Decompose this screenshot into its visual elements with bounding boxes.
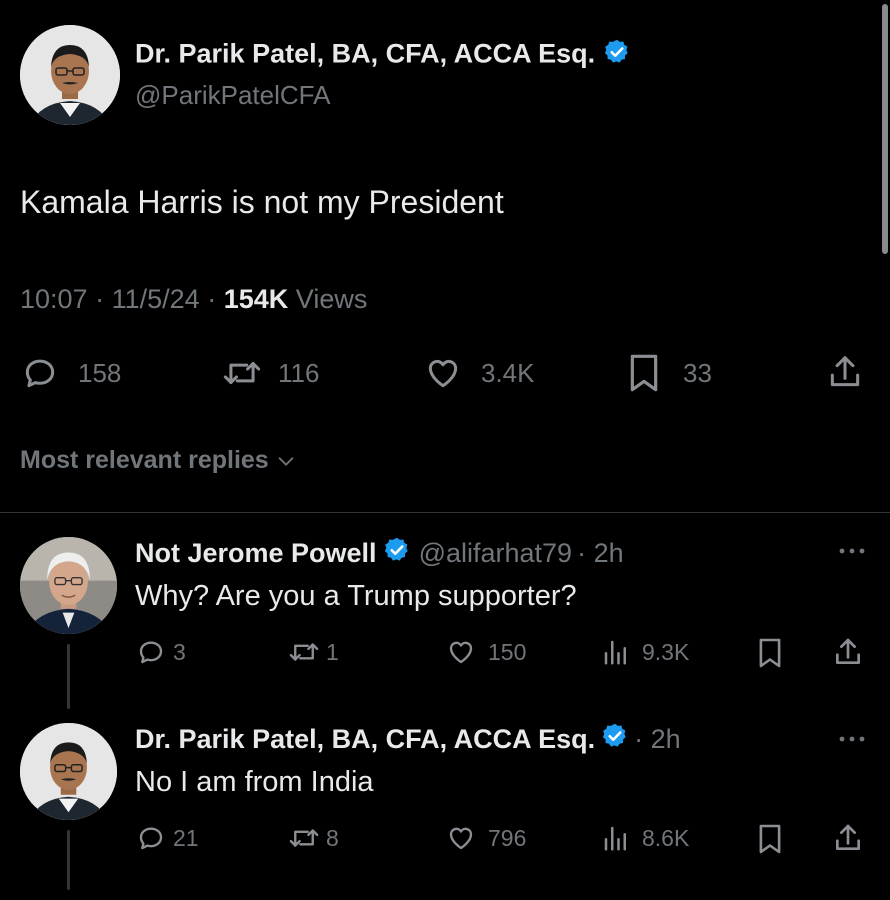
sort-label: Most relevant replies [20,446,269,474]
repost-count: 116 [278,357,320,388]
analytics-icon [600,823,632,853]
like-count: 796 [488,824,527,851]
like-button[interactable]: 3.4K [423,354,535,392]
tweet-meta: 10:07 · 11/5/24 · 154K Views [20,284,367,315]
reply-count: 21 [173,824,199,851]
reply-avatar[interactable] [20,537,117,634]
divider [0,512,890,513]
heart-icon [444,823,478,853]
like-count: 3.4K [481,357,535,388]
views-label: Views [295,284,368,314]
reply-avatar[interactable] [20,723,117,820]
repost-button[interactable]: 1 [286,637,339,667]
views-count: 9.3K [642,638,690,665]
repost-count: 8 [326,824,339,851]
sort-replies-dropdown[interactable]: Most relevant replies [20,446,299,475]
share-icon[interactable] [832,635,864,669]
like-count: 150 [488,638,527,665]
repost-icon [220,354,264,392]
author-name-text[interactable]: Dr. Parik Patel, BA, CFA, ACCA Esq. [135,39,595,69]
meta-separator: · [207,284,217,314]
like-button[interactable]: 150 [444,637,526,667]
reply-text: No I am from India [135,766,374,798]
reply-author-handle[interactable]: @alifarhat79 [419,538,573,569]
reply-icon [135,823,167,853]
repost-icon [286,637,322,667]
repost-icon [286,823,322,853]
tweet-date[interactable]: 11/5/24 [112,284,200,314]
tweet-text: Kamala Harris is not my President [20,184,504,220]
bookmark-count: 33 [683,357,712,388]
reply-text: Why? Are you a Trump supporter? [135,580,577,612]
thread-line [67,830,70,890]
repost-button[interactable]: 116 [220,354,319,392]
verified-badge-icon [601,722,629,757]
views-count: 154K [223,284,289,314]
heart-icon [423,354,463,392]
reply-count: 158 [78,357,122,388]
reply-time[interactable]: · 2h [577,538,624,569]
bookmark-button[interactable]: 33 [627,354,712,392]
bookmark-icon [627,353,661,393]
author-handle[interactable]: @ParikPatelCFA [135,80,330,111]
reply-button[interactable]: 158 [20,354,121,392]
views-button[interactable]: 9.3K [600,637,689,667]
like-button[interactable]: 796 [444,823,526,853]
author-avatar[interactable] [20,25,120,125]
reply-time[interactable]: · 2h [634,724,681,755]
meta-separator: · [95,284,105,314]
verified-badge-icon [603,38,631,73]
share-icon[interactable] [832,821,864,855]
reply-header: Not Jerome Powell @alifarhat79 · 2h [135,536,624,571]
scrollbar[interactable] [882,4,888,254]
thread-line [67,644,70,709]
bookmark-icon[interactable] [757,823,783,855]
reply-icon [20,354,60,392]
author-name[interactable]: Dr. Parik Patel, BA, CFA, ACCA Esq. [135,38,631,73]
bookmark-icon[interactable] [757,637,783,669]
reply-button[interactable]: 21 [135,823,199,853]
share-icon[interactable] [826,352,864,392]
repost-button[interactable]: 8 [286,823,339,853]
tweet-time[interactable]: 10:07 [20,284,88,314]
reply-author-name[interactable]: Dr. Parik Patel, BA, CFA, ACCA Esq. [135,724,595,755]
reply-count: 3 [173,638,186,665]
chevron-down-icon [273,450,299,472]
analytics-icon [600,637,632,667]
reply-author-name[interactable]: Not Jerome Powell [135,538,377,569]
views-button[interactable]: 8.6K [600,823,689,853]
views-count: 8.6K [642,824,690,851]
verified-badge-icon [383,536,411,571]
heart-icon [444,637,478,667]
reply-icon [135,637,167,667]
more-options-icon[interactable] [836,544,868,558]
more-options-icon[interactable] [836,732,868,746]
reply-button[interactable]: 3 [135,637,186,667]
reply-header: Dr. Parik Patel, BA, CFA, ACCA Esq. · 2h [135,722,681,757]
repost-count: 1 [326,638,339,665]
